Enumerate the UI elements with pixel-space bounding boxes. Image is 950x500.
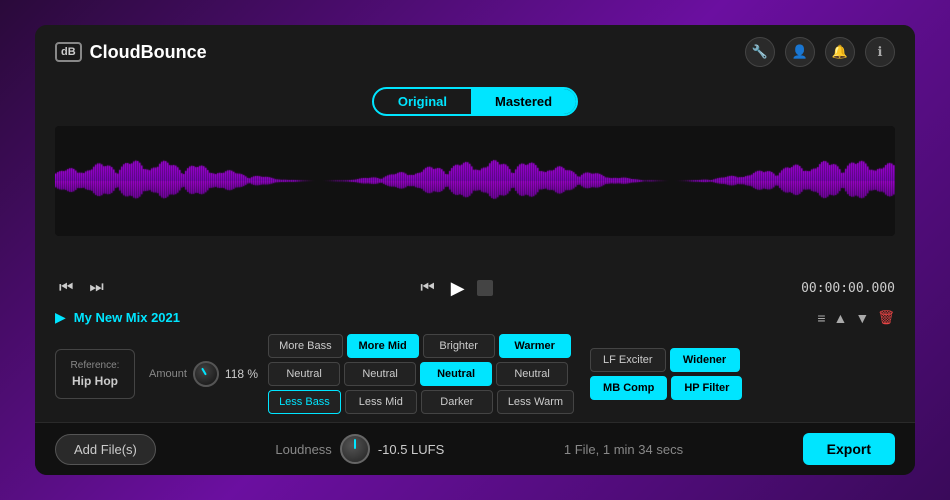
neutral-bass-btn[interactable]: Neutral <box>268 362 340 386</box>
loudness-label: Loudness <box>275 442 331 457</box>
reference-label: Reference: <box>71 360 120 371</box>
bell-icon: 🔔 <box>832 44 848 60</box>
info-icon: ℹ <box>878 44 883 60</box>
reference-value: Hip Hop <box>72 374 118 388</box>
amount-value: 118 % <box>225 367 258 381</box>
neutral-mid-btn[interactable]: Neutral <box>344 362 416 386</box>
export-button[interactable]: Export <box>803 433 895 465</box>
user-icon: 👤 <box>792 44 808 60</box>
skip-to-start-btn[interactable]: ⏮ <box>55 277 77 299</box>
mastered-toggle[interactable]: Mastered <box>471 89 576 114</box>
loudness-group: Loudness -10.5 LUFS <box>275 434 444 464</box>
loudness-knob[interactable] <box>340 434 370 464</box>
prev-btn[interactable]: ⏮ <box>416 277 438 299</box>
wrench-icon: 🔧 <box>752 44 768 60</box>
fx-row-1: LF Exciter Widener <box>590 348 742 372</box>
eq-row-1: More Bass More Mid Brighter Warmer <box>268 334 574 358</box>
track-icons: ≡ ▲ ▼ 🗑 <box>817 309 895 326</box>
eq-row-3: Less Bass Less Mid Darker Less Warm <box>268 390 574 414</box>
less-warm-btn[interactable]: Less Warm <box>497 390 574 414</box>
darker-btn[interactable]: Darker <box>421 390 493 414</box>
play-button[interactable]: ▶ <box>451 278 465 299</box>
add-files-button[interactable]: Add File(s) <box>55 434 156 465</box>
footer: Add File(s) Loudness -10.5 LUFS 1 File, … <box>35 422 915 475</box>
transport-center: ⏮ ▶ <box>416 277 492 299</box>
track-row: ▶ My New Mix 2021 ≡ ▲ ▼ 🗑 <box>35 305 915 330</box>
down-icon[interactable]: ▼ <box>855 310 869 326</box>
logo-badge: dB <box>55 42 82 62</box>
more-mid-btn[interactable]: More Mid <box>347 334 419 358</box>
eq-row-2: Neutral Neutral Neutral Neutral <box>268 362 574 386</box>
up-icon[interactable]: ▲ <box>834 310 848 326</box>
waveform-area <box>35 120 915 271</box>
fx-row-2: MB Comp HP Filter <box>590 376 742 400</box>
less-bass-btn[interactable]: Less Bass <box>268 390 341 414</box>
stop-button[interactable] <box>477 280 493 296</box>
original-toggle[interactable]: Original <box>374 89 471 114</box>
toggle-container: Original Mastered <box>35 79 915 120</box>
less-mid-btn[interactable]: Less Mid <box>345 390 417 414</box>
bell-icon-btn[interactable]: 🔔 <box>825 37 855 67</box>
logo: dB CloudBounce <box>55 42 207 63</box>
waveform-container[interactable] <box>55 126 895 236</box>
settings-icon-btn[interactable]: 🔧 <box>745 37 775 67</box>
waveform-canvas <box>55 126 895 236</box>
hp-filter-btn[interactable]: HP Filter <box>671 376 742 400</box>
app-window: dB CloudBounce 🔧 👤 🔔 ℹ Original Mastered <box>35 25 915 475</box>
neutral-bright-btn[interactable]: Neutral <box>420 362 492 386</box>
playback-toggle: Original Mastered <box>372 87 578 116</box>
reference-box: Reference: Hip Hop <box>55 349 135 400</box>
header: dB CloudBounce 🔧 👤 🔔 ℹ <box>35 25 915 79</box>
track-name: My New Mix 2021 <box>74 310 810 325</box>
widener-btn[interactable]: Widener <box>670 348 740 372</box>
loudness-value: -10.5 LUFS <box>378 442 444 457</box>
more-bass-btn[interactable]: More Bass <box>268 334 343 358</box>
file-info: 1 File, 1 min 34 secs <box>564 442 683 457</box>
lf-exciter-btn[interactable]: LF Exciter <box>590 348 666 372</box>
info-icon-btn[interactable]: ℹ <box>865 37 895 67</box>
user-icon-btn[interactable]: 👤 <box>785 37 815 67</box>
skip-forward-btn[interactable]: ⏭ <box>85 277 107 299</box>
fx-buttons-group: LF Exciter Widener MB Comp HP Filter <box>590 348 742 400</box>
time-display: 00:00:00.000 <box>801 281 895 296</box>
mb-comp-btn[interactable]: MB Comp <box>590 376 667 400</box>
header-icons: 🔧 👤 🔔 ℹ <box>745 37 895 67</box>
warmer-btn[interactable]: Warmer <box>499 334 571 358</box>
track-play-btn[interactable]: ▶ <box>55 309 66 326</box>
sliders-icon[interactable]: ≡ <box>817 310 825 326</box>
controls-panel: Reference: Hip Hop Amount 118 % More Bas… <box>35 330 915 422</box>
neutral-warm-btn[interactable]: Neutral <box>496 362 568 386</box>
delete-icon[interactable]: 🗑 <box>877 309 895 326</box>
app-title: CloudBounce <box>90 42 207 63</box>
brighter-btn[interactable]: Brighter <box>423 334 495 358</box>
amount-knob[interactable] <box>193 361 219 387</box>
amount-label: Amount <box>149 368 187 380</box>
transport-controls: ⏮ ⏭ ⏮ ▶ 00:00:00.000 <box>35 271 915 305</box>
eq-buttons-grid: More Bass More Mid Brighter Warmer Neutr… <box>268 334 574 414</box>
amount-group: Amount 118 % <box>149 361 258 387</box>
